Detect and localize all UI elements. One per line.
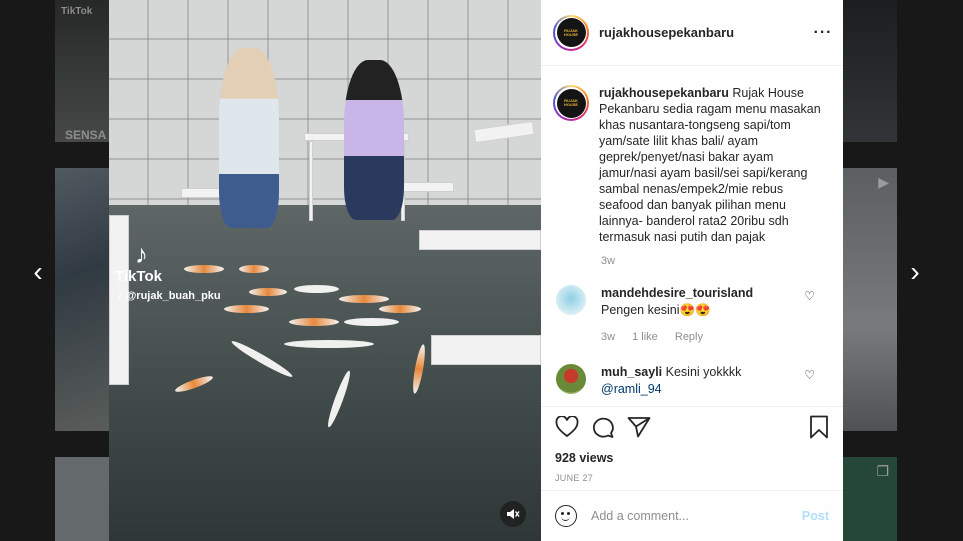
comment-body: muh_sayli Kesini yokkkk @ramli_94 [601, 364, 801, 398]
caption-avatar[interactable]: RUJAK HOUSE [553, 85, 589, 121]
share-paper-plane-icon[interactable] [627, 416, 663, 444]
reply-button[interactable]: Reply [675, 331, 703, 343]
tiktok-username: ♪ @rujak_buah_pku [117, 290, 221, 302]
background-thumbnail[interactable]: TikTok SENSA [55, 0, 110, 142]
post-actions: 928 views JUNE 27 [541, 406, 843, 490]
post-caption: RUJAK HOUSE rujakhousepekanbaru Rujak Ho… [553, 85, 829, 245]
comment-bubble-icon[interactable] [591, 416, 627, 444]
thumbnail-brand: TikTok [61, 6, 93, 17]
comment-meta: 3w 1 like Reply [601, 329, 801, 346]
post-video[interactable]: ♪ TikTok ♪ @rujak_buah_pku [109, 0, 541, 541]
avatar-logo: RUJAK HOUSE [556, 18, 586, 47]
heart-glyph [555, 415, 579, 438]
carousel-icon: ❐ [876, 463, 889, 479]
plane-glyph [627, 417, 651, 438]
add-comment-bar: Post [541, 490, 843, 541]
comments-section[interactable]: RUJAK HOUSE rujakhousepekanbaru Rujak Ho… [541, 67, 843, 406]
comment-likes[interactable]: 1 like [632, 331, 658, 343]
bookmark-icon[interactable] [809, 415, 829, 445]
comment-item: muh_sayli Kesini yokkkk @ramli_94 ♡ [553, 364, 829, 398]
background-thumbnail[interactable] [843, 0, 897, 142]
koi-fish [249, 288, 287, 296]
comment-input[interactable] [591, 509, 802, 523]
post-panel: RUJAK HOUSE rujakhousepekanbaru ··· RUJA… [541, 0, 843, 541]
video-icon: ▶ [878, 174, 889, 190]
action-row [555, 415, 829, 445]
comment-like-heart-icon[interactable]: ♡ [804, 368, 815, 382]
koi-fish [379, 305, 421, 313]
comment-body: mandehdesire_tourisland Pengen kesini😍😍 … [601, 285, 801, 346]
post-date[interactable]: JUNE 27 [555, 473, 829, 483]
chevron-left-icon[interactable]: ‹ [28, 258, 48, 286]
comment-username[interactable]: mandehdesire_tourisland [601, 285, 801, 302]
background-thumbnail[interactable] [55, 457, 110, 541]
view-count[interactable]: 928 views [555, 451, 829, 465]
chevron-right-icon[interactable]: › [905, 258, 925, 286]
avatar-border: RUJAK HOUSE [555, 16, 587, 49]
tiktok-watermark: ♪ TikTok [115, 240, 162, 285]
post-header: RUJAK HOUSE rujakhousepekanbaru ··· [541, 0, 843, 66]
comment-like-heart-icon[interactable]: ♡ [804, 289, 815, 303]
koi-fish [224, 305, 269, 313]
speaker-muted-glyph [507, 509, 520, 519]
koi-fish [239, 265, 269, 273]
avatar[interactable]: RUJAK HOUSE [553, 14, 589, 51]
video-pool [109, 205, 541, 541]
comment-item: mandehdesire_tourisland Pengen kesini😍😍 … [553, 285, 829, 346]
video-wall [109, 0, 541, 205]
background-thumbnail[interactable]: ▶ [843, 168, 897, 431]
koi-fish [184, 265, 224, 273]
table-front [431, 335, 541, 365]
bookmark-glyph [810, 415, 828, 439]
koi-fish [284, 340, 374, 348]
speaker-muted-icon[interactable] [500, 501, 526, 527]
caption-age[interactable]: 3w [601, 255, 829, 267]
comment-text: Pengen kesini😍😍 [601, 303, 711, 317]
comment-mention[interactable]: @ramli_94 [601, 381, 801, 398]
more-options-icon[interactable]: ··· [803, 24, 843, 42]
comment-avatar[interactable] [556, 364, 586, 394]
table-leg [309, 141, 313, 221]
post-button[interactable]: Post [802, 509, 829, 523]
caption-username[interactable]: rujakhousepekanbaru [599, 86, 729, 100]
header-username[interactable]: rujakhousepekanbaru [599, 25, 803, 40]
koi-fish [339, 295, 389, 303]
tiktok-small-icon: ♪ [117, 290, 126, 302]
post-modal: ♪ TikTok ♪ @rujak_buah_pku RUJAK HOUSE r… [109, 0, 843, 541]
comment-text: Kesini yokkkk [665, 365, 742, 379]
caption-text-block: rujakhousepekanbaru Rujak House Pekanbar… [599, 85, 829, 245]
person-right [344, 60, 404, 220]
like-heart-icon[interactable] [555, 415, 591, 444]
table-right [419, 230, 541, 250]
koi-fish [289, 318, 339, 326]
tiktok-logo-icon: ♪ [135, 239, 148, 269]
koi-fish [294, 285, 339, 293]
comment-age[interactable]: 3w [601, 331, 615, 343]
koi-fish [344, 318, 399, 326]
tiktok-username-text: @rujak_buah_pku [125, 290, 221, 302]
emoji-smile-icon[interactable] [555, 505, 577, 527]
comment-avatar[interactable] [556, 285, 586, 315]
comment-username[interactable]: muh_sayli [601, 365, 662, 379]
caption-text: Rujak House Pekanbaru sedia ragam menu m… [599, 86, 821, 244]
avatar-logo: RUJAK HOUSE [556, 88, 586, 118]
thumbnail-caption: SENSA [65, 128, 107, 142]
person-left [219, 48, 279, 228]
avatar-border: RUJAK HOUSE [555, 87, 587, 119]
tiktok-brand: TikTok [115, 268, 162, 285]
background-thumbnail[interactable]: ❐ [843, 457, 897, 541]
background-thumbnail[interactable] [55, 168, 110, 431]
bubble-glyph [592, 417, 614, 438]
